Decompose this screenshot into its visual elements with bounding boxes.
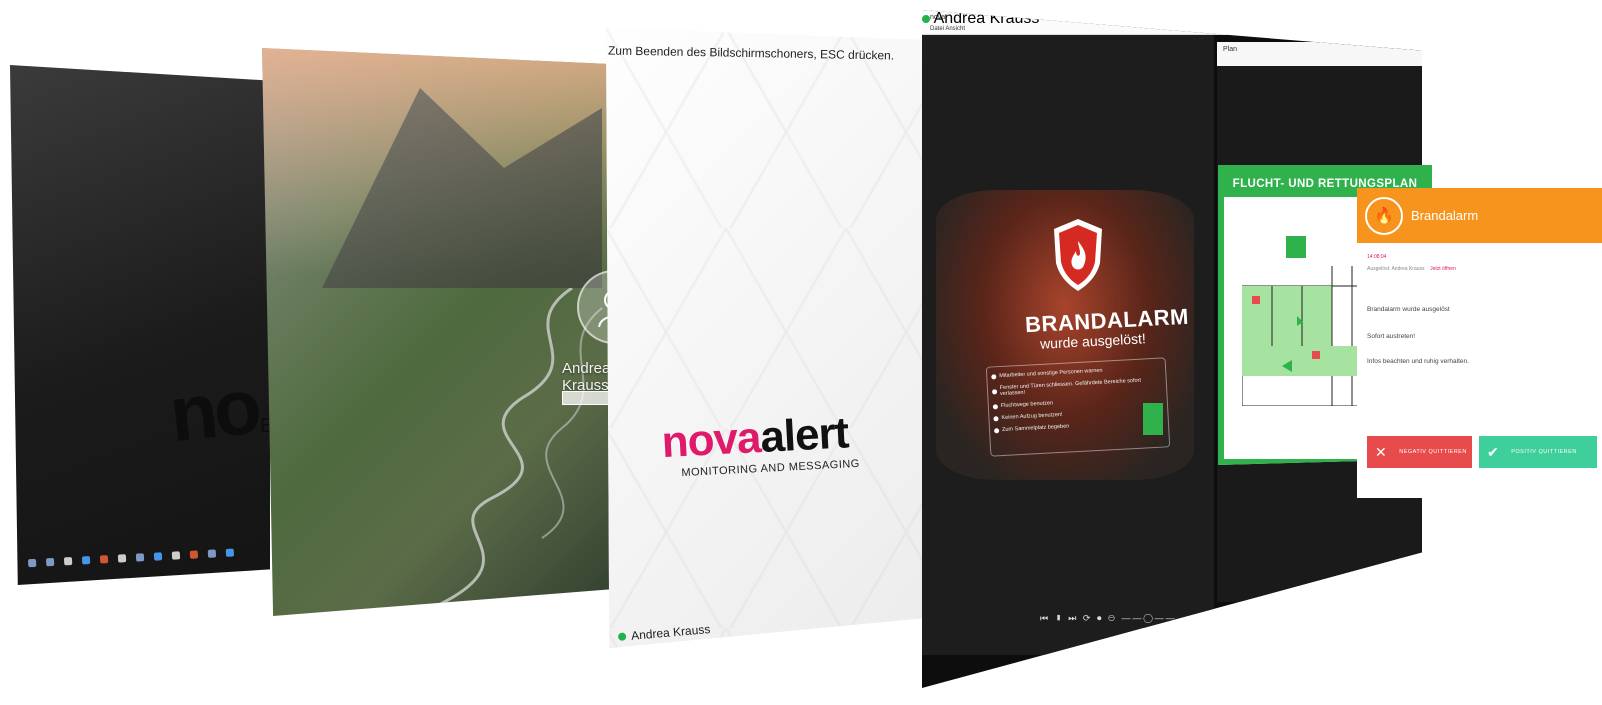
popup-title: Brandalarm [1411,208,1479,223]
check-icon: ✔ [1487,443,1500,460]
popup-header: 🔥 Brandalarm [1357,188,1602,243]
novaalert-logo: novaalert MONITORING AND MESSAGING [661,408,861,480]
brand-primary: nova [660,413,762,468]
serpentine-road-image [431,288,603,608]
popup-line-1: Brandalarm wurde ausgelöst [1367,306,1450,313]
brand-secondary: alert [759,408,850,462]
windows-start-icon[interactable] [27,558,37,568]
app-icon[interactable] [189,550,199,559]
screens-composite: no E Andrea Krauss Zum Beenden des Bilds… [0,0,1602,705]
app-icon[interactable] [117,554,127,563]
alarm-notification-popup: 🔥 Brandalarm 14:08:04 Ausgelöst: Andrea … [1357,188,1602,498]
popup-line-2: Sofort austreten! [1367,333,1416,340]
negative-button-label: NEGATIV QUITTIEREN [1399,449,1467,455]
task-view-icon[interactable] [63,556,73,566]
lock-screen-panel: Andrea Krauss [262,48,632,616]
online-status-icon [922,15,930,23]
app-icon[interactable] [171,551,181,560]
browser-icon[interactable] [153,552,163,561]
negative-acknowledge-button[interactable]: ✕ NEGATIV QUITTIEREN [1367,436,1472,468]
app-icon[interactable] [99,555,109,564]
popup-meta: Ausgelöst: Andrea Krauss Jetzt öffnen [1367,266,1456,272]
taskbar [27,541,269,574]
popup-line-3: Infos beachten und ruhig verhalten. [1367,358,1469,365]
online-status-icon [617,632,627,642]
desktop-logo-sub: E [260,415,270,437]
positive-button-label: POSITIV QUITTIEREN [1511,449,1577,455]
flame-icon: 🔥 [1365,196,1403,235]
desktop-panel: no E [10,65,270,585]
client-user-name: Andrea Krauss [933,10,1040,27]
popup-link[interactable]: Jetzt öffnen [1430,266,1456,272]
close-icon: ✕ [1375,443,1388,460]
app-icon[interactable] [207,549,217,558]
search-icon[interactable] [45,557,55,567]
app-icon[interactable] [225,548,235,557]
popup-tag: 14:08:04 [1367,254,1387,260]
desktop-logo-watermark: no [165,361,262,459]
app-icon[interactable] [135,553,145,562]
app-icon[interactable] [81,556,91,565]
triangle-pattern [606,28,936,648]
screensaver-panel: Zum Beenden des Bildschirmschoners, ESC … [606,28,936,648]
popup-sender: Ausgelöst: Andrea Krauss [1367,266,1425,272]
positive-acknowledge-button[interactable]: ✔ POSITIV QUITTIEREN [1479,436,1597,468]
mountain-background [322,88,602,288]
